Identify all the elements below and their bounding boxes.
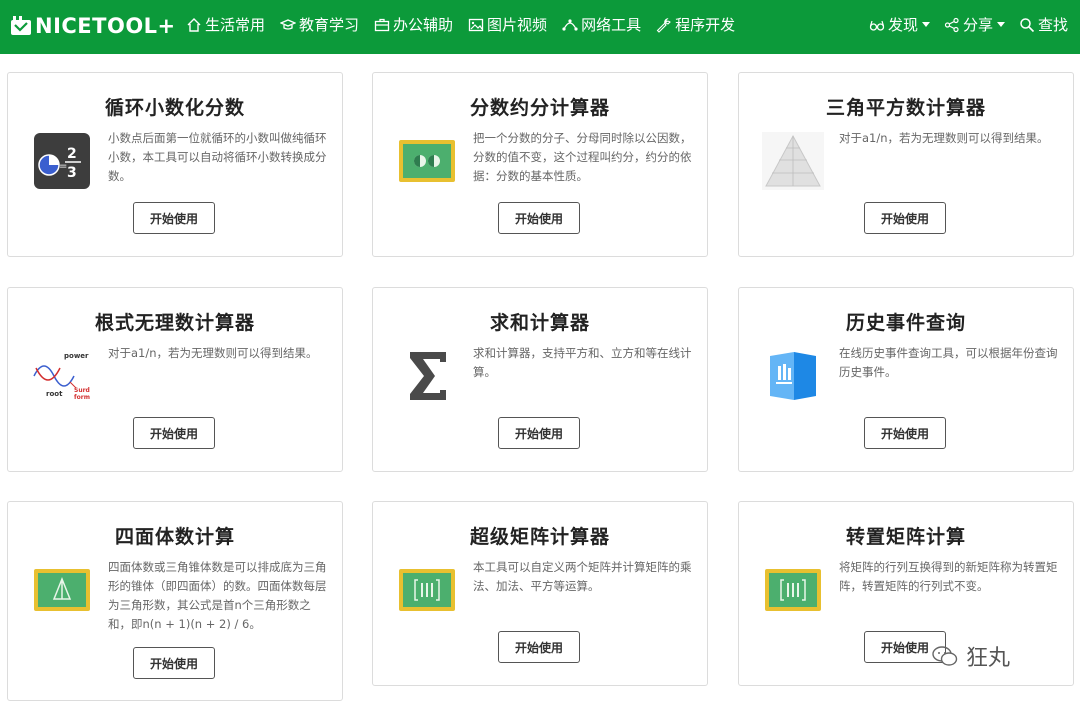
- start-button[interactable]: 开始使用: [498, 202, 580, 234]
- nav-label-discover: 发现: [887, 16, 918, 34]
- top-navbar: NICETOOL+ 生活常用 教育学习 办公辅助 图片视频 网络工具 程序开发: [0, 0, 1080, 54]
- card-description: 把一个分数的分子、分母同时除以公因数，分数的值不变，这个过程叫约分，约分的依据：…: [473, 131, 692, 183]
- card-title: 历史事件查询: [845, 312, 966, 334]
- matrix-board-icon: [761, 558, 825, 622]
- history-book-icon: [761, 344, 825, 408]
- svg-text:3: 3: [67, 165, 77, 181]
- svg-text:power: power: [64, 352, 89, 360]
- nav-item-network[interactable]: 网络工具: [562, 14, 641, 35]
- svg-text:root: root: [46, 390, 63, 398]
- share-icon: [944, 17, 959, 32]
- sigma-icon: [395, 344, 459, 408]
- tool-card-transpose-matrix[interactable]: 转置矩阵计算 将矩阵的行列互换得到的新矩阵称为转置矩阵，转置矩阵的行列式不变。 …: [738, 501, 1074, 686]
- network-icon: [562, 18, 578, 31]
- start-button[interactable]: 开始使用: [133, 417, 215, 449]
- start-button[interactable]: 开始使用: [498, 631, 580, 663]
- card-title: 四面体数计算: [114, 526, 235, 548]
- card-title: 分数约分计算器: [469, 97, 610, 119]
- start-button[interactable]: 开始使用: [864, 417, 946, 449]
- start-button[interactable]: 开始使用: [133, 202, 215, 234]
- nav-discover-dropdown[interactable]: 发现: [869, 14, 930, 35]
- card-title: 根式无理数计算器: [94, 312, 255, 334]
- watermark: 狂丸: [932, 640, 1010, 672]
- nav-label-network: 网络工具: [581, 16, 642, 34]
- tool-card-radical-irrational[interactable]: 根式无理数计算器 power root Surd form 对于a1/n，若为无理数则…: [7, 287, 343, 472]
- surd-diagram-icon: power root Surd form: [30, 344, 94, 408]
- card-description: 在线历史事件查询工具，可以根据年份查询历史事件。: [839, 346, 1058, 379]
- logo-text: NICETOOL+: [35, 14, 176, 38]
- wrench-icon: [656, 17, 671, 33]
- card-title: 求和计算器: [489, 312, 590, 334]
- tool-card-fraction-reduce[interactable]: 分数约分计算器 把一个分数的分子、分母同时除以公因数，分数的值不变，这个过程叫约…: [372, 72, 708, 257]
- svg-text:=: =: [59, 161, 67, 172]
- nav-label-media: 图片视频: [487, 16, 548, 34]
- nav-share-dropdown[interactable]: 分享: [944, 14, 1005, 35]
- card-title: 超级矩阵计算器: [469, 526, 610, 548]
- tool-card-super-matrix[interactable]: 超级矩阵计算器 本工具可以自定义两个矩阵并计算矩阵的乘法、加法、平方等运算。 开…: [372, 501, 708, 686]
- card-title: 三角平方数计算器: [825, 97, 986, 119]
- fraction-chart-icon: 2 3 =: [30, 129, 94, 193]
- start-button[interactable]: 开始使用: [864, 202, 946, 234]
- wechat-icon: [932, 646, 958, 666]
- nav-item-education[interactable]: 教育学习: [280, 14, 359, 35]
- nav-label-education: 教育学习: [299, 16, 360, 34]
- tool-card-history-events[interactable]: 历史事件查询 在线历史事件查询工具，可以根据年份查询历史事件。 开始使用: [738, 287, 1074, 472]
- nav-item-media[interactable]: 图片视频: [468, 14, 547, 35]
- card-description: 求和计算器，支持平方和、立方和等在线计算。: [473, 346, 692, 379]
- tool-card-tetrahedral[interactable]: 四面体数计算 四面体数或三角锥体数是可以排成底为三角形的锥体（即四面体）的数。四…: [7, 501, 343, 701]
- card-description: 小数点后面第一位就循环的小数叫做纯循环小数，本工具可以自动将循环小数转换成分数。: [108, 131, 327, 183]
- nav-label-office: 办公辅助: [393, 16, 454, 34]
- blackboard-icon: [395, 129, 459, 193]
- card-description: 对于a1/n，若为无理数则可以得到结果。: [839, 131, 1049, 145]
- nav-item-office[interactable]: 办公辅助: [374, 14, 453, 35]
- card-description: 对于a1/n，若为无理数则可以得到结果。: [108, 346, 318, 360]
- home-icon: [187, 17, 201, 32]
- watermark-text: 狂丸: [966, 646, 1011, 671]
- chevron-down-icon: [996, 22, 1005, 27]
- svg-text:2: 2: [67, 146, 77, 162]
- briefcase-icon: [374, 18, 390, 31]
- nav-item-dev[interactable]: 程序开发: [656, 14, 735, 35]
- svg-text:form: form: [74, 394, 90, 401]
- card-description: 本工具可以自定义两个矩阵并计算矩阵的乘法、加法、平方等运算。: [473, 560, 692, 593]
- graduation-cap-icon: [280, 18, 297, 30]
- search-icon: [1020, 17, 1035, 32]
- nav-label-life: 生活常用: [205, 16, 266, 34]
- card-description: 将矩阵的行列互换得到的新矩阵称为转置矩阵，转置矩阵的行列式不变。: [839, 560, 1058, 593]
- glasses-icon: [869, 20, 885, 31]
- nav-item-life[interactable]: 生活常用: [186, 14, 265, 35]
- nav-label-dev: 程序开发: [675, 16, 736, 34]
- triangle-dots-icon: [761, 129, 825, 193]
- tetrahedron-board-icon: [30, 558, 94, 622]
- image-icon: [468, 18, 484, 31]
- card-description: 四面体数或三角锥体数是可以排成底为三角形的锥体（即四面体）的数。四面体数每层为三…: [108, 560, 327, 631]
- tool-card-repeating-decimal[interactable]: 循环小数化分数 2 3 = 小数点后面第一位就循环的小数叫做纯循环小数，本工具可以自…: [7, 72, 343, 257]
- site-logo[interactable]: NICETOOL+: [10, 11, 176, 41]
- matrix-board-icon: [395, 558, 459, 622]
- logo-mark-icon: [11, 16, 31, 35]
- chevron-down-icon: [921, 22, 930, 27]
- card-title: 循环小数化分数: [104, 97, 245, 119]
- start-button[interactable]: 开始使用: [498, 417, 580, 449]
- tool-card-triangle-square[interactable]: 三角平方数计算器 对于a1/n，若为无理数则可以得到结果。 开始使用: [738, 72, 1074, 257]
- start-button[interactable]: 开始使用: [133, 647, 215, 679]
- nav-search[interactable]: 查找: [1019, 14, 1068, 35]
- card-title: 转置矩阵计算: [845, 526, 966, 548]
- nav-label-search: 查找: [1037, 16, 1068, 34]
- tool-card-summation[interactable]: 求和计算器 求和计算器，支持平方和、立方和等在线计算。 开始使用: [372, 287, 708, 472]
- svg-text:Surd: Surd: [74, 387, 90, 394]
- nav-label-share: 分享: [962, 16, 993, 34]
